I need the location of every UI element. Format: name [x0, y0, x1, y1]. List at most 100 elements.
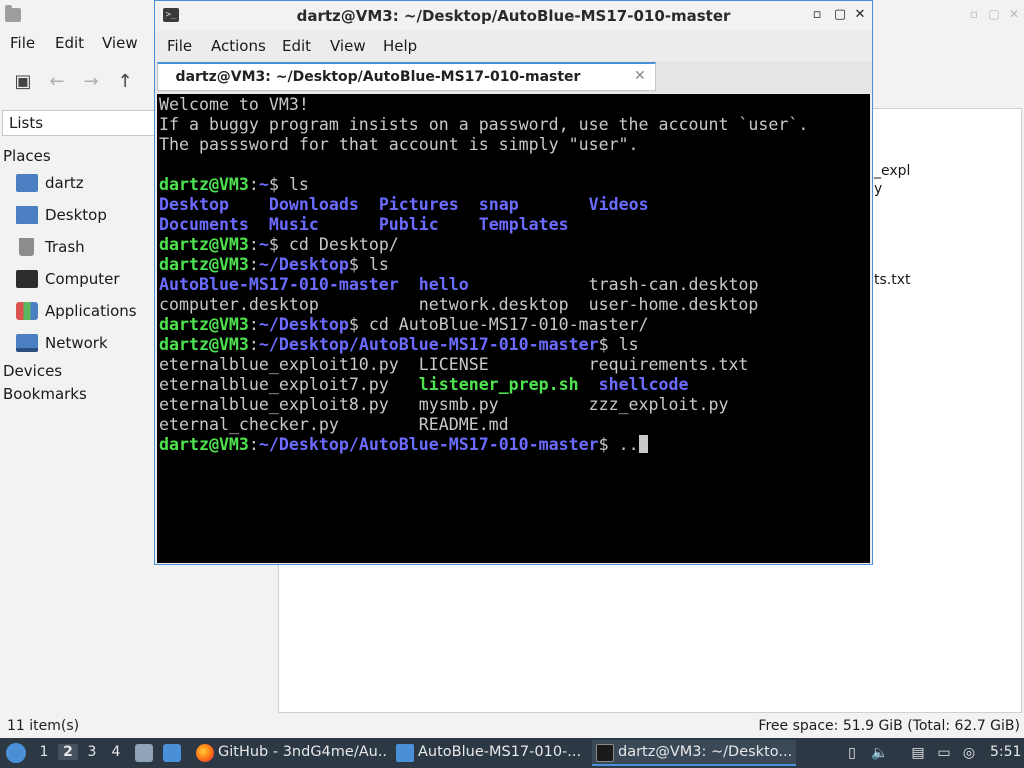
- highlighted-path: Pictures: [378, 195, 459, 214]
- taskbar-item-terminal[interactable]: dartz@VM3: ~/Deskto...: [592, 740, 796, 766]
- close-button[interactable]: ✕: [1006, 6, 1022, 22]
- forward-arrow-icon[interactable]: →: [81, 72, 101, 92]
- prompt-user-host: dartz@VM3: [159, 435, 249, 454]
- applications-icon: [16, 302, 38, 320]
- file-item-label[interactable]: y: [874, 181, 882, 197]
- file-item-label[interactable]: ts.txt: [874, 272, 911, 288]
- terminal-text: If a buggy program insists on a password…: [159, 115, 809, 134]
- menu-file[interactable]: File: [10, 34, 35, 52]
- terminal-line: The passsword for that account is simply…: [159, 135, 870, 155]
- clock[interactable]: 5:51: [990, 744, 1021, 760]
- menu-view[interactable]: View: [102, 34, 138, 52]
- close-tab-icon[interactable]: ✕: [634, 68, 646, 84]
- sidebar-item-label: dartz: [45, 174, 84, 192]
- terminal-line: dartz@VM3:~/Desktop$ cd AutoBlue-MS17-01…: [159, 315, 870, 335]
- maximize-button[interactable]: ▢: [832, 7, 848, 23]
- terminal-output[interactable]: Welcome to VM3! If a buggy program insist…: [157, 94, 870, 563]
- prompt-user-host: listener_prep.sh: [418, 375, 579, 394]
- free-space: Free space: 51.9 GiB (Total: 62.7 GiB): [758, 718, 1020, 734]
- terminal-line: dartz@VM3:~$ cd Desktop/: [159, 235, 870, 255]
- sidebar-section-devices[interactable]: Devices: [3, 362, 62, 380]
- terminal-line: dartz@VM3:~$ ls: [159, 175, 870, 195]
- terminal-text: :: [248, 255, 259, 274]
- minimize-button[interactable]: ▫: [966, 6, 982, 22]
- taskbar: 1 2 3 4 GitHub - 3ndG4me/Au... AutoBlue-…: [0, 738, 1024, 768]
- sidebar-item-label: Network: [45, 334, 108, 352]
- menu-file[interactable]: File: [167, 37, 192, 55]
- highlighted-path: AutoBlue-MS17-010-master: [159, 275, 399, 294]
- highlighted-path: snap: [478, 195, 519, 214]
- menu-view[interactable]: View: [330, 37, 366, 55]
- terminal-text: eternalblue_exploit8.py mysmb.py zzz_exp…: [159, 395, 729, 414]
- sidebar-item-desktop[interactable]: Desktop: [16, 203, 166, 229]
- terminal-icon: [596, 744, 614, 762]
- tray-notification-icon[interactable]: ▯: [843, 744, 861, 762]
- menu-edit[interactable]: Edit: [55, 34, 84, 52]
- new-tab-icon[interactable]: ▣: [13, 72, 33, 92]
- highlighted-path: Desktop: [159, 195, 229, 214]
- sidebar-item-trash[interactable]: Trash: [16, 235, 166, 261]
- terminal-line: dartz@VM3:~/Desktop/AutoBlue-MS17-010-ma…: [159, 335, 870, 355]
- trash-icon: [19, 238, 34, 256]
- terminal-text: eternalblue_exploit10.py LICENSE require…: [159, 355, 749, 374]
- terminal-text: :: [248, 435, 259, 454]
- terminal-text: eternalblue_exploit7.py: [159, 375, 419, 394]
- terminal-titlebar[interactable]: >_ dartz@VM3: ~/Desktop/AutoBlue-MS17-01…: [155, 1, 872, 31]
- highlighted-path: Public: [378, 215, 439, 234]
- display-icon[interactable]: ▭: [935, 744, 953, 762]
- highlighted-path: Downloads: [268, 195, 359, 214]
- menu-actions[interactable]: Actions: [211, 37, 266, 55]
- clipboard-icon[interactable]: ▤: [909, 744, 927, 762]
- volume-icon[interactable]: 🔈: [871, 744, 889, 762]
- sidebar-section-bookmarks[interactable]: Bookmarks: [3, 385, 87, 403]
- workspace-4[interactable]: 4: [106, 744, 126, 760]
- start-menu-icon[interactable]: [6, 743, 26, 763]
- back-arrow-icon[interactable]: ←: [47, 72, 67, 92]
- terminal-line: dartz@VM3:~/Desktop/AutoBlue-MS17-010-ma…: [159, 435, 870, 455]
- highlighted-path: Music: [268, 215, 319, 234]
- sidebar-mode-select[interactable]: Lists: [2, 110, 162, 136]
- taskbar-item-file-manager[interactable]: AutoBlue-MS17-010-...: [392, 740, 584, 766]
- file-manager-launcher-icon[interactable]: [135, 744, 153, 762]
- terminal-tab-bar: dartz@VM3: ~/Desktop/AutoBlue-MS17-010-m…: [155, 61, 872, 93]
- menu-edit[interactable]: Edit: [282, 37, 311, 55]
- sidebar-item-dartz[interactable]: dartz: [16, 171, 166, 197]
- sidebar-section-places[interactable]: Places: [3, 147, 51, 165]
- workspace-2[interactable]: 2: [58, 744, 78, 760]
- up-arrow-icon[interactable]: ↑: [115, 72, 135, 92]
- terminal-text: $ ls: [348, 255, 389, 274]
- highlighted-path: hello: [418, 275, 469, 294]
- computer-icon: [16, 270, 38, 288]
- prompt-user-host: dartz@VM3: [159, 175, 249, 194]
- status-bar: 11 item(s) Free space: 51.9 GiB (Total: …: [0, 715, 1024, 737]
- tab-label: dartz@VM3: ~/Desktop/AutoBlue-MS17-010-m…: [175, 69, 581, 85]
- minimize-button[interactable]: ▫: [809, 7, 825, 23]
- desktop-icon: [16, 206, 38, 224]
- sidebar-item-network[interactable]: Network: [16, 331, 166, 357]
- terminal-text: :: [248, 235, 259, 254]
- terminal-text: $ cd AutoBlue-MS17-010-master/: [348, 315, 649, 334]
- network-status-icon[interactable]: ◎: [960, 744, 978, 762]
- sidebar-item-applications[interactable]: Applications: [16, 299, 166, 325]
- prompt-user-host: dartz@VM3: [159, 335, 249, 354]
- terminal-text: $ cd Desktop/: [268, 235, 399, 254]
- menu-help[interactable]: Help: [383, 37, 417, 55]
- maximize-button[interactable]: ▢: [986, 6, 1002, 22]
- sidebar-item-computer[interactable]: Computer: [16, 267, 166, 293]
- terminal-window: >_ dartz@VM3: ~/Desktop/AutoBlue-MS17-01…: [154, 0, 873, 565]
- terminal-tab[interactable]: dartz@VM3: ~/Desktop/AutoBlue-MS17-010-m…: [157, 62, 656, 91]
- highlighted-path: ~: [258, 235, 269, 254]
- workspace-1[interactable]: 1: [34, 744, 54, 760]
- file-item-label[interactable]: _expl: [874, 163, 910, 179]
- workspace-3[interactable]: 3: [82, 744, 102, 760]
- show-desktop-icon[interactable]: [163, 744, 181, 762]
- terminal-line: eternal_checker.py README.md: [159, 415, 870, 435]
- sidebar-item-label: Applications: [45, 302, 137, 320]
- close-button[interactable]: ✕: [852, 7, 868, 23]
- home-folder-icon: [16, 174, 38, 192]
- taskbar-item-firefox[interactable]: GitHub - 3ndG4me/Au...: [192, 740, 388, 766]
